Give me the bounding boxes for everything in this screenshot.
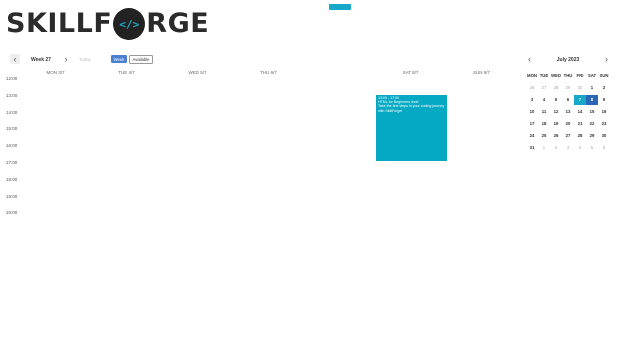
mini-day-cell[interactable]: 2 bbox=[598, 83, 610, 93]
time-label: 16:00 bbox=[6, 143, 18, 149]
day-header: TUE 4/7 bbox=[118, 70, 135, 75]
time-label: 18:00 bbox=[6, 176, 18, 182]
day-header: SUN 9/7 bbox=[472, 70, 490, 75]
mini-week-row: 24 25 26 27 28 29 30 bbox=[526, 130, 610, 142]
code-icon: </> bbox=[113, 8, 146, 40]
mini-day-cell[interactable]: 1 bbox=[538, 143, 550, 153]
mini-week-row: 31 1 2 3 4 5 6 bbox=[526, 142, 610, 154]
mini-day-cell[interactable]: 9 bbox=[598, 95, 610, 105]
prev-week-button[interactable]: ‹ bbox=[10, 54, 20, 64]
mini-day-cell[interactable]: 31 bbox=[526, 143, 538, 153]
mini-week-row: 26 27 28 29 30 1 2 bbox=[526, 82, 610, 94]
today-button[interactable]: Today bbox=[79, 57, 91, 62]
next-week-button[interactable]: › bbox=[61, 54, 71, 64]
mini-day-cell[interactable]: 30 bbox=[574, 83, 586, 93]
mini-dow-label: THU bbox=[563, 73, 573, 78]
mini-week-row: 3456789 bbox=[526, 94, 610, 106]
time-label: 19:00 bbox=[6, 193, 18, 199]
mini-day-cell[interactable]: 25 bbox=[538, 131, 550, 141]
mini-day-cell[interactable]: 3 bbox=[562, 143, 574, 153]
mini-day-cell[interactable]: 7 bbox=[574, 95, 586, 105]
mini-dow-label: FRI bbox=[576, 73, 584, 78]
mini-day-cell[interactable]: 4 bbox=[574, 143, 586, 153]
mini-dow-label: MON bbox=[526, 73, 538, 78]
day-header: WED 5/7 bbox=[188, 70, 207, 75]
mini-day-cell[interactable]: 21 bbox=[574, 119, 586, 129]
mini-day-cell[interactable]: 6 bbox=[562, 95, 574, 105]
mini-day-cell[interactable]: 17 bbox=[526, 119, 538, 129]
mini-day-cell[interactable]: 12 bbox=[550, 107, 562, 117]
day-header: SAT 8/7 bbox=[402, 70, 419, 75]
mini-day-cell[interactable]: 4 bbox=[538, 95, 550, 105]
calendar-event[interactable]: 13:00 - 17:00 HTML for Beginners level T… bbox=[376, 95, 447, 161]
mini-calendar: MON TUE WED THU FRI SAT SUN 26 27 28 29 30 1 2 3 4 5 6 7 8 9… bbox=[526, 70, 610, 154]
mini-day-cell[interactable]: 16 bbox=[598, 107, 610, 117]
time-label: 14:00 bbox=[6, 109, 18, 115]
skillforge-logo: SKILLF </> RGE bbox=[6, 6, 209, 42]
logo-text-left: SKILLF bbox=[6, 8, 113, 39]
mini-day-cell[interactable]: 22 bbox=[586, 119, 598, 129]
next-month-button[interactable]: › bbox=[605, 55, 608, 64]
mini-day-cell[interactable]: 27 bbox=[562, 131, 574, 141]
mini-day-cell[interactable]: 18 bbox=[538, 119, 550, 129]
mini-day-cell[interactable]: 26 bbox=[526, 83, 538, 93]
event-description: Take the first steps in your coding jour… bbox=[378, 104, 445, 113]
available-button[interactable]: Available bbox=[129, 55, 153, 64]
time-label: 17:00 bbox=[6, 160, 18, 165]
time-label: 12:00 bbox=[6, 76, 18, 81]
mini-day-cell[interactable]: 20 bbox=[562, 119, 574, 129]
mini-day-cell[interactable]: 2 bbox=[550, 143, 562, 153]
mini-day-cell[interactable]: 1 bbox=[586, 83, 598, 93]
mini-day-cell[interactable]: 5 bbox=[550, 95, 562, 105]
mini-calendar-header: ‹ July 2023 › bbox=[526, 55, 610, 65]
mini-day-cell[interactable]: 8 bbox=[586, 95, 598, 105]
mini-week-row: 17 18 19 20 21 22 23 bbox=[526, 118, 610, 130]
mini-day-cell[interactable]: 28 bbox=[574, 131, 586, 141]
time-label: 20:00 bbox=[6, 210, 18, 216]
day-header: FRI 7/7 bbox=[332, 70, 347, 75]
week-label: Week 27 bbox=[31, 57, 51, 63]
mini-day-cell[interactable]: 23 bbox=[598, 119, 610, 129]
mini-day-cell[interactable]: 27 bbox=[538, 83, 550, 93]
mini-dow-label: SAT bbox=[587, 73, 597, 78]
logo-code-glyph: </> bbox=[119, 17, 140, 31]
mini-week-row: 10 11 12 13 14 15 16 bbox=[526, 106, 610, 118]
mini-day-cell[interactable]: 3 bbox=[526, 95, 538, 105]
day-header: THU 6/7 bbox=[260, 70, 277, 75]
mini-dow-row: MON TUE WED THU FRI SAT SUN bbox=[526, 70, 610, 82]
mini-day-cell[interactable]: 11 bbox=[538, 107, 550, 117]
today-highlight bbox=[329, 4, 351, 10]
mini-day-cell[interactable]: 30 bbox=[598, 131, 610, 141]
mini-calendar-title: July 2023 bbox=[556, 57, 580, 63]
day-header: MON 3/7 bbox=[46, 70, 65, 75]
time-label: 13:00 bbox=[6, 92, 18, 98]
mini-day-cell[interactable]: 28 bbox=[550, 83, 562, 93]
calendar-toolbar: ‹ Week 27 › Today Week Available bbox=[10, 54, 240, 66]
mini-dow-label: SUN bbox=[599, 73, 609, 78]
mini-day-cell[interactable]: 14 bbox=[574, 107, 586, 117]
mini-dow-label: TUE bbox=[539, 73, 549, 78]
mini-day-cell[interactable]: 13 bbox=[562, 107, 574, 117]
mini-day-cell[interactable]: 5 bbox=[586, 143, 598, 153]
logo-text-right: RGE bbox=[146, 8, 210, 39]
mini-day-cell[interactable]: 6 bbox=[598, 143, 610, 153]
mini-day-cell[interactable]: 29 bbox=[562, 83, 574, 93]
week-view-button[interactable]: Week bbox=[111, 55, 127, 63]
mini-day-cell[interactable]: 10 bbox=[526, 107, 538, 117]
mini-day-cell[interactable]: 26 bbox=[550, 131, 562, 141]
mini-dow-label: WED bbox=[550, 73, 562, 78]
mini-day-cell[interactable]: 15 bbox=[586, 107, 598, 117]
mini-day-cell[interactable]: 19 bbox=[550, 119, 562, 129]
time-label: 15:00 bbox=[6, 126, 18, 132]
mini-day-cell[interactable]: 24 bbox=[526, 131, 538, 141]
mini-day-cell[interactable]: 29 bbox=[586, 131, 598, 141]
